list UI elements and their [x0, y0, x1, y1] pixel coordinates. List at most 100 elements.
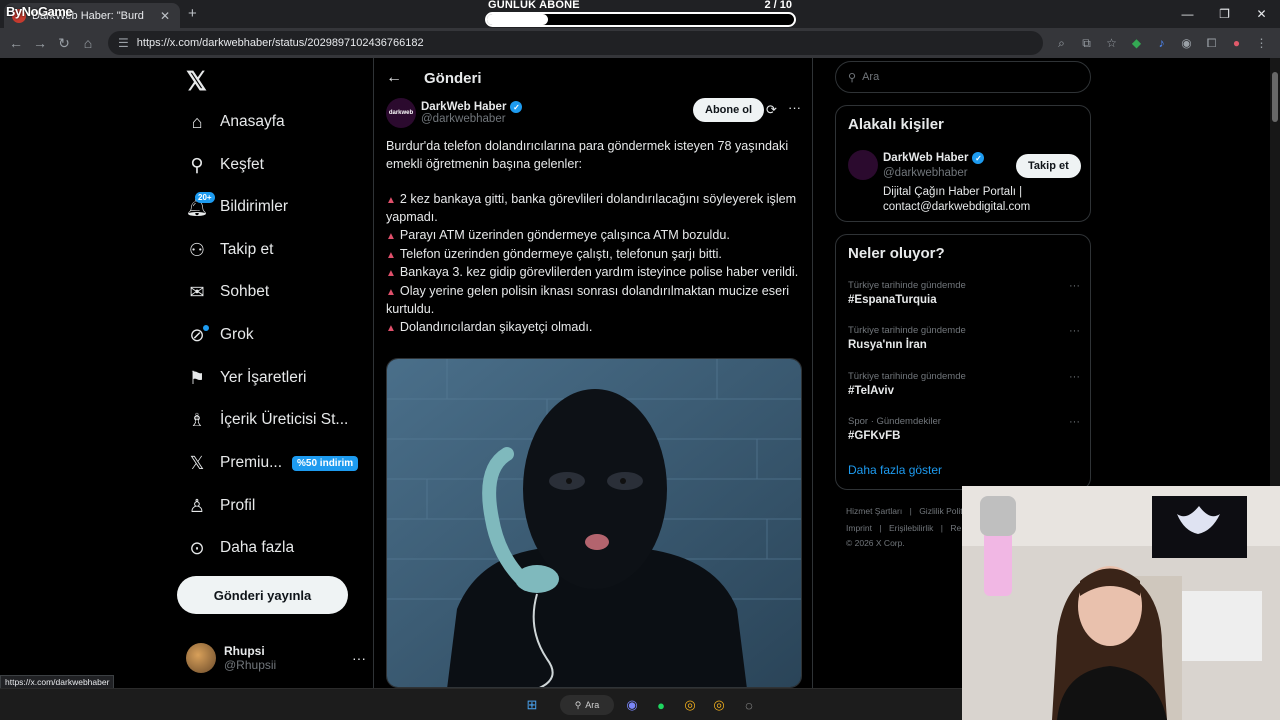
site-info-icon[interactable]: ☰ — [118, 36, 129, 50]
trend-more-icon[interactable]: ··· — [1069, 325, 1080, 337]
footer-link[interactable]: Hizmet Şartları — [846, 506, 902, 516]
nav-label: Keşfet — [220, 156, 264, 173]
nav-item-notifications[interactable]: 🔔︎ 20+ Bildirimler — [186, 187, 288, 227]
nav-item-profile[interactable]: ♙ Profil — [186, 486, 255, 526]
nav-item-explore[interactable]: ⚲ Keşfet — [186, 145, 264, 185]
address-bar[interactable]: ☰ https://x.com/darkwebhaber/status/2029… — [108, 31, 1043, 55]
footer-separator: | — [940, 523, 943, 533]
account-switcher[interactable]: Rhupsi @Rhupsii ··· — [186, 640, 366, 676]
nav-item-more[interactable]: ⊙ Daha fazla — [186, 528, 294, 568]
author-avatar[interactable]: darkweb — [386, 98, 416, 128]
trend-item[interactable]: Türkiye tarihinde gündemde Rusya'nın İra… — [848, 325, 1080, 351]
footer-link[interactable]: Imprint — [846, 523, 872, 533]
shield-extension-icon[interactable]: ◆ — [1124, 36, 1149, 51]
post-bullet: ▲ Dolandırıcılardan şikayetçi olmadı. — [386, 319, 593, 334]
follow-button[interactable]: Takip et — [1016, 154, 1081, 178]
verified-badge-icon: ✓ — [972, 152, 985, 164]
extension-icon[interactable]: ◉ — [1174, 36, 1199, 51]
browser-menu-icon[interactable]: ⋮ — [1249, 36, 1274, 51]
scrollbar-thumb[interactable] — [1272, 72, 1278, 122]
zoom-icon[interactable]: ⌕ — [1049, 36, 1074, 51]
nav-item-messages[interactable]: ✉ Sohbet — [186, 272, 269, 312]
related-avatar[interactable] — [848, 150, 878, 180]
footer-link[interactable]: Gizlilik Politi — [919, 506, 964, 516]
trend-tag: #TelAviv — [848, 385, 895, 397]
related-people-card: Alakalı kişiler DarkWeb Haber ✓ @darkweb… — [835, 105, 1091, 222]
nav-item-grok[interactable]: ⊘ Grok — [186, 315, 253, 355]
footer-links-row2: Imprint | Erişilebilirlik | Re — [846, 523, 961, 533]
x-logo-icon[interactable]: 𝕏 — [186, 66, 207, 97]
post-image[interactable] — [386, 358, 802, 688]
author-name-row[interactable]: DarkWeb Haber ✓ — [421, 101, 523, 113]
back-icon[interactable]: ← — [4, 35, 28, 51]
nav-item-follow[interactable]: ⚇ Takip et — [186, 230, 274, 270]
reload-icon[interactable]: ↻ — [52, 35, 76, 52]
bullet-triangle-icon: ▲ — [386, 286, 396, 298]
trend-item[interactable]: Türkiye tarihinde gündemde #TelAviv ··· — [848, 371, 1080, 397]
restore-icon[interactable]: ❐ — [1206, 0, 1243, 28]
nav-item-premium[interactable]: 𝕏 Premiu... %50 indirim — [186, 443, 359, 483]
post-more-icon[interactable]: ··· — [788, 100, 801, 115]
app-icon[interactable]: ◌ — [739, 695, 759, 715]
trend-more-icon[interactable]: ··· — [1069, 371, 1080, 383]
back-arrow-icon[interactable]: ← — [386, 69, 402, 87]
new-tab-button[interactable]: + — [188, 5, 197, 22]
trend-item[interactable]: Türkiye tarihinde gündemde #EspanaTurqui… — [848, 280, 1080, 306]
puzzle-icon[interactable]: ⧠ — [1199, 36, 1224, 51]
notification-badge: 20+ — [195, 192, 215, 203]
audio-extension-icon[interactable]: ♪ — [1149, 36, 1174, 51]
post-button[interactable]: Gönderi yayınla — [177, 576, 348, 614]
install-icon[interactable]: ⧉ — [1074, 36, 1099, 51]
taskbar-search[interactable]: ⚲ Ara — [560, 695, 614, 715]
nav-item-home[interactable]: ⌂ Anasayfa — [186, 102, 285, 142]
post-bullet: ▲ 2 kez bankaya gitti, banka görevlileri … — [386, 191, 797, 225]
discord-icon[interactable]: ◉ — [622, 695, 642, 715]
account-more-icon[interactable]: ··· — [352, 650, 366, 666]
trend-meta: Spor · Gündemdekiler — [848, 416, 941, 427]
spotify-icon[interactable]: ● — [651, 695, 671, 715]
bullet-triangle-icon: ▲ — [386, 249, 396, 261]
trend-more-icon[interactable]: ··· — [1069, 280, 1080, 292]
trend-meta: Türkiye tarihinde gündemde — [848, 325, 966, 336]
author-handle[interactable]: @darkwebhaber — [421, 113, 522, 125]
home-browser-icon[interactable]: ⌂ — [76, 35, 100, 51]
related-handle[interactable]: @darkwebhaber — [883, 167, 968, 179]
related-name-row[interactable]: DarkWeb Haber ✓ — [883, 152, 985, 164]
footer-link[interactable]: Re — [950, 523, 961, 533]
post-intro: Burdur'da telefon dolandırıcılarına para… — [386, 139, 789, 171]
trend-more-icon[interactable]: ··· — [1069, 416, 1080, 428]
search-placeholder: Ara — [862, 71, 880, 83]
browser-toolbar: ← → ↻ ⌂ ☰ https://x.com/darkwebhaber/sta… — [0, 28, 1280, 58]
tab-close-icon[interactable]: ✕ — [158, 9, 172, 23]
masked-caller-image — [387, 359, 801, 687]
profile-avatar-icon[interactable]: ● — [1224, 36, 1249, 51]
bookmark-star-icon[interactable]: ☆ — [1099, 36, 1124, 51]
url-text: https://x.com/darkwebhaber/status/202989… — [136, 37, 424, 49]
bullet-triangle-icon: ▲ — [386, 268, 396, 280]
subscription-goal-overlay: GÜNLÜK ABONE 2 / 10 — [485, 0, 796, 28]
nav-item-bookmarks[interactable]: ⚑ Yer İşaretleri — [186, 358, 307, 398]
subscription-label: GÜNLÜK ABONE — [488, 0, 580, 11]
footer-link[interactable]: Erişilebilirlik — [889, 523, 933, 533]
trend-meta: Türkiye tarihinde gündemde — [848, 371, 966, 382]
bullet-triangle-icon: ▲ — [386, 194, 396, 206]
nav-label: Yer İşaretleri — [220, 369, 307, 386]
subscribe-button[interactable]: Abone ol — [693, 98, 765, 122]
chrome-active-icon[interactable]: ◎ — [709, 695, 729, 715]
search-input[interactable]: ⚲ Ara — [835, 61, 1091, 93]
taskbar-search-label: Ara — [585, 700, 600, 710]
trend-item[interactable]: Spor · Gündemdekiler #GFKvFB ··· — [848, 416, 1080, 442]
grok-explain-icon[interactable]: ⟳ — [766, 102, 777, 118]
close-window-icon[interactable]: ✕ — [1243, 0, 1280, 28]
follow-icon: ⚇ — [188, 239, 206, 260]
nav-label: Premiu... — [220, 454, 283, 471]
chrome-icon[interactable]: ◎ — [680, 695, 700, 715]
windows-start-icon[interactable]: ⊞ — [522, 695, 542, 715]
show-more-link[interactable]: Daha fazla göster — [848, 463, 942, 477]
forward-icon[interactable]: → — [28, 35, 52, 51]
webcam-overlay — [962, 486, 1280, 720]
post-detail: ← Gönderi darkweb DarkWeb Haber ✓ @darkw… — [373, 58, 813, 688]
minimize-icon[interactable]: — — [1169, 0, 1206, 28]
nav-item-creator-studio[interactable]: ♗ İçerik Üreticisi St... — [186, 400, 348, 440]
related-person: DarkWeb Haber ✓ @darkwebhaber Dijital Ça… — [836, 106, 1092, 223]
